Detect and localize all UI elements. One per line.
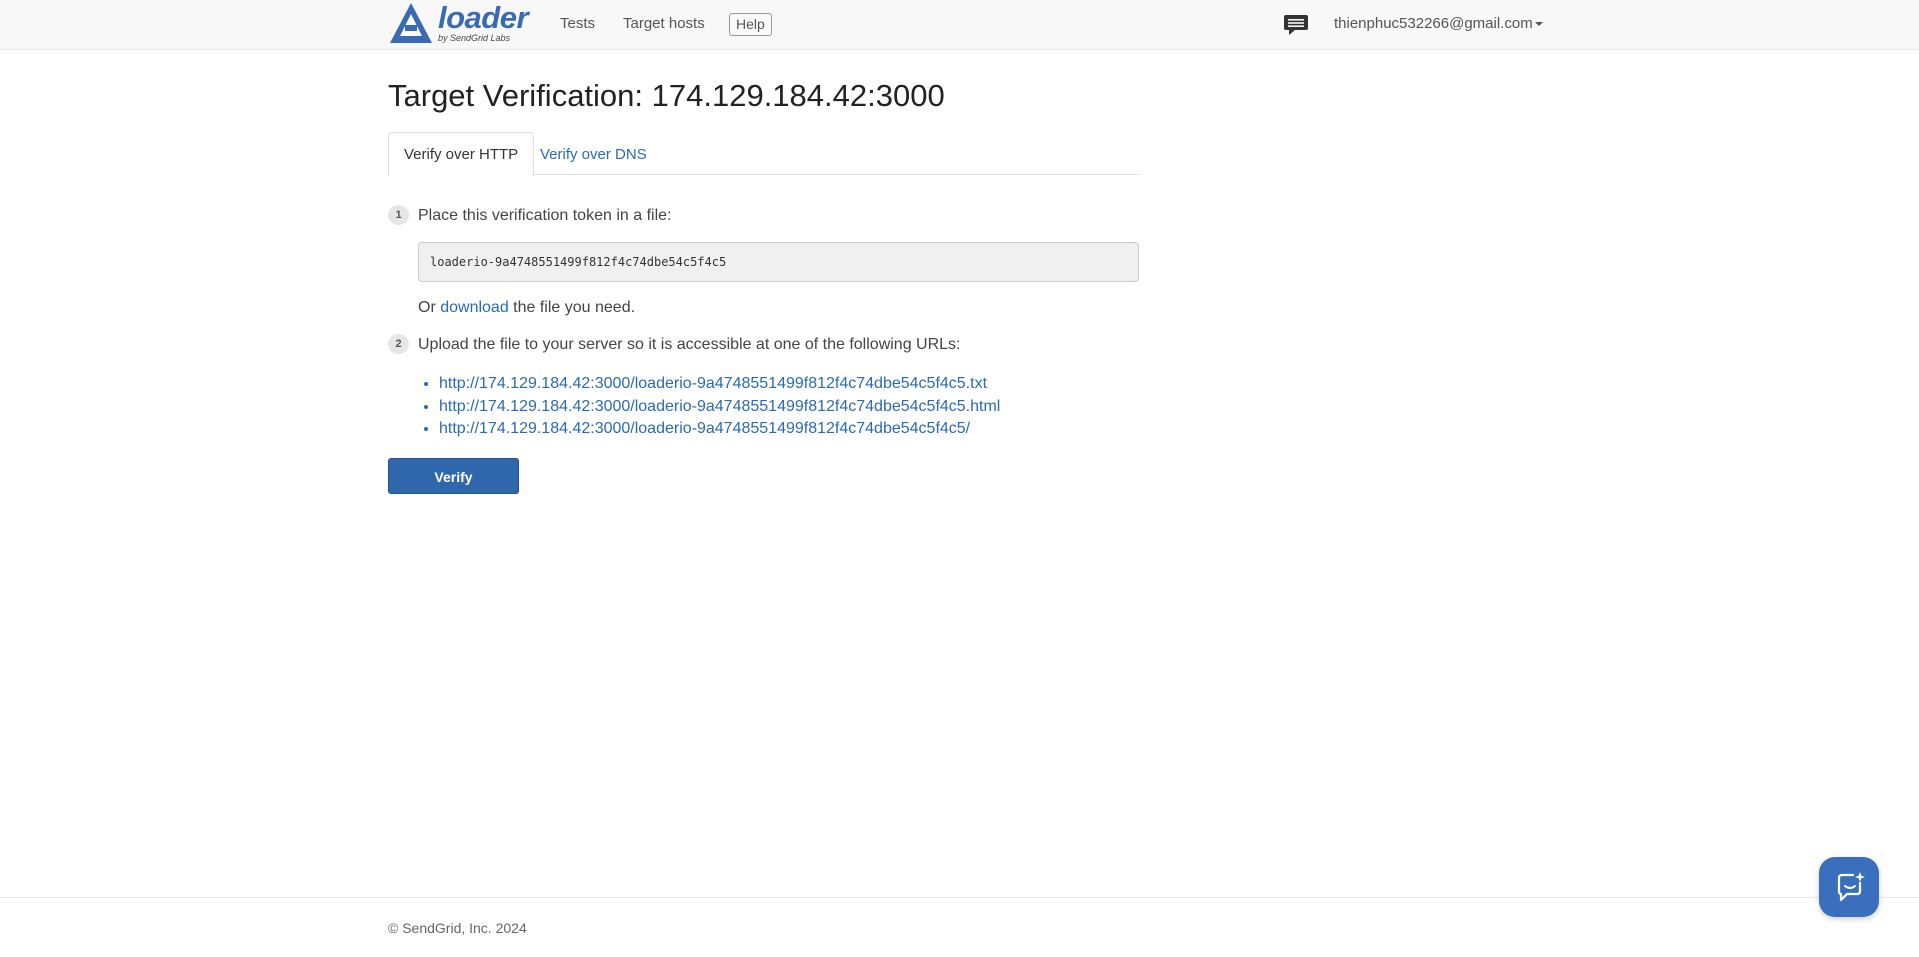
footer-copyright: © SendGrid, Inc. 2024 — [388, 920, 527, 936]
url-link-txt[interactable]: http://174.129.184.42:3000/loaderio-9a47… — [439, 375, 987, 392]
step-1-badge: 1 — [388, 205, 409, 225]
caret-down-icon — [1534, 22, 1543, 27]
nav-help-button[interactable]: Help — [729, 13, 772, 36]
verification-token-field[interactable]: loaderio-9a4748551499f812f4c74dbe54c5f4c… — [418, 242, 1139, 282]
brand-name: loader — [438, 0, 529, 35]
brand-tagline: by SendGrid Labs — [438, 33, 511, 43]
download-instruction: Or download the file you need. — [418, 298, 635, 318]
chat-bubble-icon[interactable] — [1283, 14, 1309, 41]
verification-tabs: Verify over HTTP Verify over DNS — [388, 132, 1139, 176]
nav-target-hosts-link[interactable]: Target hosts — [623, 15, 705, 33]
download-suffix: the file you need. — [508, 299, 636, 316]
download-link[interactable]: download — [440, 299, 509, 316]
list-item: http://174.129.184.42:3000/loaderio-9a47… — [439, 418, 1000, 441]
verification-url-list: http://174.129.184.42:3000/loaderio-9a47… — [418, 373, 1000, 441]
nav-tests-link[interactable]: Tests — [560, 15, 595, 33]
support-chat-icon — [1837, 872, 1865, 902]
list-item: http://174.129.184.42:3000/loaderio-9a47… — [439, 373, 1000, 396]
top-navbar: loader by SendGrid Labs Tests Target hos… — [0, 0, 1919, 50]
step-1-text: Place this verification token in a file: — [418, 207, 672, 224]
brand-logo[interactable]: loader by SendGrid Labs — [388, 0, 529, 48]
user-email: thienphuc532266@gmail.com — [1334, 15, 1533, 32]
list-item: http://174.129.184.42:3000/loaderio-9a47… — [439, 396, 1000, 419]
support-chat-launcher[interactable] — [1819, 857, 1879, 917]
step-2-badge: 2 — [388, 334, 409, 354]
tab-verify-dns[interactable]: Verify over DNS — [524, 132, 663, 176]
url-link-html[interactable]: http://174.129.184.42:3000/loaderio-9a47… — [439, 398, 1000, 415]
url-link-dir[interactable]: http://174.129.184.42:3000/loaderio-9a47… — [439, 420, 970, 437]
verify-button[interactable]: Verify — [388, 458, 519, 494]
user-account-menu[interactable]: thienphuc532266@gmail.com — [1334, 15, 1543, 33]
download-prefix: Or — [418, 299, 441, 316]
tab-verify-http[interactable]: Verify over HTTP — [388, 132, 535, 176]
step-2-text: Upload the file to your server so it is … — [418, 336, 961, 353]
footer-divider — [0, 897, 1919, 898]
loader-logo-icon — [390, 3, 432, 43]
page-title: Target Verification: 174.129.184.42:3000 — [388, 78, 945, 113]
